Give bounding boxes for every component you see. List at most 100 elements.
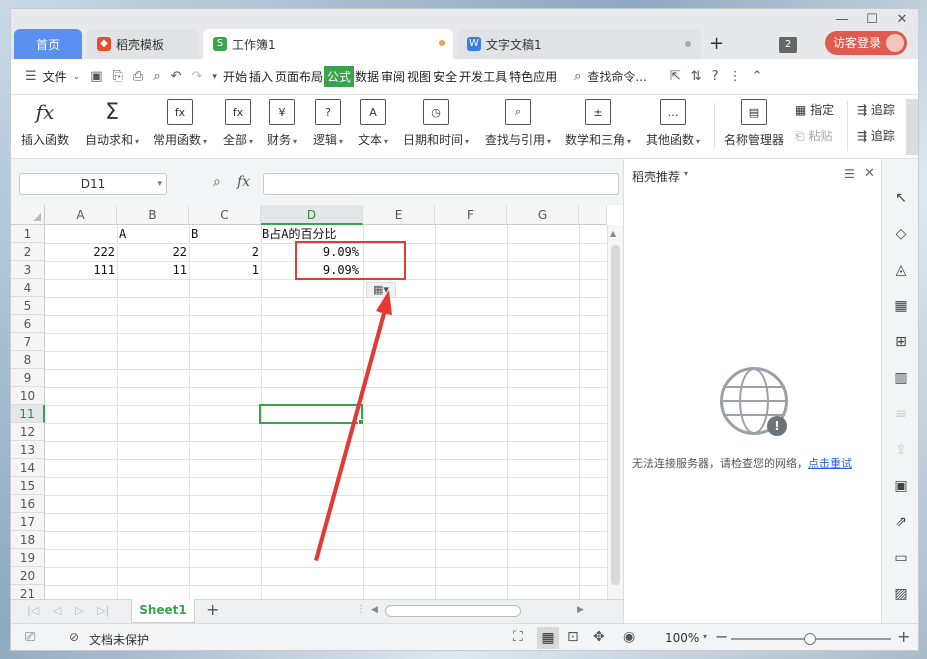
chart-icon[interactable]: ▥ xyxy=(892,369,910,387)
menu-developer[interactable]: 开发工具 xyxy=(458,68,508,85)
share-export-icon[interactable]: ⇪ xyxy=(892,441,910,459)
zoom-lookup-icon[interactable]: ⌕ xyxy=(213,174,221,190)
vertical-scroll-thumb[interactable] xyxy=(611,245,620,585)
chevron-down-icon[interactable]: ⌄ xyxy=(73,72,81,82)
trace-precedents-button[interactable]: ⇶ 追踪 xyxy=(857,101,895,118)
autosum-button[interactable]: Σ 自动求和 ▾ xyxy=(85,99,139,148)
zoom-slider-thumb[interactable] xyxy=(804,633,816,645)
scroll-left-icon[interactable]: ◀ xyxy=(371,605,378,615)
menu-formulas[interactable]: 公式 xyxy=(324,66,355,87)
maximize-icon[interactable]: ☐ xyxy=(861,12,883,27)
chevron-down-icon[interactable]: ▾ xyxy=(703,632,707,641)
minimize-icon[interactable]: — xyxy=(831,12,853,27)
reading-layout-icon[interactable]: ✥ xyxy=(593,629,605,645)
chevron-down-icon[interactable]: ▾ xyxy=(684,169,688,178)
horizontal-scroll-thumb[interactable] xyxy=(385,605,521,617)
cloud-sync-icon[interactable]: ⇅ xyxy=(691,69,702,84)
add-sheet-button[interactable]: + xyxy=(206,600,219,619)
tab-document[interactable]: W 文字文稿1 xyxy=(457,29,701,59)
formula-input[interactable] xyxy=(263,173,619,195)
trace-dependents-button[interactable]: ⇶ 追踪 xyxy=(857,127,895,144)
logical-button[interactable]: ? 逻辑 ▾ xyxy=(313,99,343,148)
help-icon[interactable]: ? xyxy=(712,69,719,84)
command-search[interactable]: 查找命令... xyxy=(586,68,647,85)
name-manager-button[interactable]: ▤ 名称管理器 xyxy=(724,99,784,148)
table-icon[interactable]: ▦ xyxy=(892,297,910,315)
print-icon[interactable]: ⎙ xyxy=(133,69,143,84)
archive-icon[interactable]: ▭ xyxy=(892,549,910,567)
fullscreen-icon[interactable]: ⛶ xyxy=(513,629,523,645)
chevron-down-icon[interactable]: ▾ xyxy=(157,174,162,194)
print-preview-icon[interactable]: ⌕ xyxy=(153,69,160,84)
menu-insert[interactable]: 插入 xyxy=(248,68,274,85)
eye-protection-icon[interactable]: ◉ xyxy=(623,629,635,645)
math-trig-button[interactable]: ± 数学和三角 ▾ xyxy=(565,99,631,148)
insert-function-button[interactable]: fx 插入函数 xyxy=(21,99,69,148)
ribbon-scroll-right[interactable] xyxy=(906,99,918,155)
export-icon[interactable]: ⎘ xyxy=(113,69,123,84)
page-break-view-icon[interactable]: ⊡ xyxy=(567,629,579,645)
search-icon[interactable]: ⌕ xyxy=(574,69,581,84)
new-tab-button[interactable]: + xyxy=(709,33,724,54)
normal-view-icon[interactable]: ▦ xyxy=(537,627,559,649)
vertical-scrollbar[interactable]: ▲ xyxy=(607,225,623,599)
fx-icon[interactable]: fx xyxy=(237,174,250,190)
tab-workbook[interactable]: S 工作簿1 xyxy=(203,29,453,59)
tab-home[interactable]: 首页 xyxy=(14,29,82,59)
next-sheet-icon[interactable]: ▷ xyxy=(75,604,83,617)
date-time-button[interactable]: ◷ 日期和时间 ▾ xyxy=(403,99,469,148)
menu-review[interactable]: 审阅 xyxy=(380,68,406,85)
tab-template[interactable]: ◆ 稻壳模板 xyxy=(87,29,199,59)
quick-access-more-icon[interactable]: ▾ xyxy=(212,72,217,82)
undo-icon[interactable]: ↶ xyxy=(171,69,182,84)
close-icon[interactable]: ✕ xyxy=(864,166,875,181)
menu-start[interactable]: 开始 xyxy=(222,68,248,85)
scroll-right-icon[interactable]: ▶ xyxy=(577,605,584,615)
document-protection-status[interactable]: 文档未保护 xyxy=(89,631,149,648)
financial-button[interactable]: ¥ 财务 ▾ xyxy=(267,99,297,148)
other-functions-button[interactable]: … 其他函数 ▾ xyxy=(646,99,700,148)
zoom-level[interactable]: 100% xyxy=(665,631,699,645)
panel-menu-icon[interactable]: ☰ xyxy=(844,167,855,181)
name-box[interactable]: D11 ▾ xyxy=(19,173,167,195)
menu-view[interactable]: 视图 xyxy=(406,68,432,85)
login-button[interactable]: 访客登录 xyxy=(825,31,907,55)
style-fill-icon[interactable]: ◬ xyxy=(892,261,910,279)
hamburger-icon[interactable]: ☰ xyxy=(25,69,37,84)
scroll-up-icon[interactable]: ▲ xyxy=(610,229,616,238)
settings-sliders-icon[interactable]: ≡ xyxy=(892,405,910,423)
file-menu[interactable]: 文件 xyxy=(42,68,68,85)
menu-page-layout[interactable]: 页面布局 xyxy=(274,68,324,85)
zoom-out-icon[interactable]: − xyxy=(715,627,728,646)
shapes-icon[interactable]: ◇ xyxy=(892,225,910,243)
text-functions-button[interactable]: A 文本 ▾ xyxy=(358,99,388,148)
image-gallery-icon[interactable]: ▣ xyxy=(892,477,910,495)
cursor-select-icon[interactable]: ↖ xyxy=(892,189,910,207)
last-sheet-icon[interactable]: ▷| xyxy=(97,604,109,617)
lookup-reference-button[interactable]: ⌕ 查找与引用 ▾ xyxy=(485,99,551,148)
menu-data[interactable]: 数据 xyxy=(354,68,380,85)
menu-security[interactable]: 安全 xyxy=(432,68,458,85)
common-functions-button[interactable]: fx 常用函数 ▾ xyxy=(153,99,207,148)
window-count-badge[interactable]: 2 xyxy=(779,37,797,53)
apps-grid-icon[interactable]: ⊞ xyxy=(892,333,910,351)
save-icon[interactable]: ▣ xyxy=(90,69,102,84)
menu-special[interactable]: 特色应用 xyxy=(508,68,558,85)
retry-link[interactable]: 点击重试 xyxy=(808,457,852,470)
prev-sheet-icon[interactable]: ◁ xyxy=(53,604,61,617)
picture-icon[interactable]: ▨ xyxy=(892,585,910,603)
share-icon[interactable]: ⇱ xyxy=(670,69,681,84)
zoom-in-icon[interactable]: + xyxy=(897,627,910,646)
more-icon[interactable]: ⋮ xyxy=(729,69,742,84)
all-functions-button[interactable]: fx 全部 ▾ xyxy=(223,99,253,148)
tab-splitter-icon[interactable]: ⋮ xyxy=(356,604,366,615)
close-icon[interactable]: ✕ xyxy=(891,12,913,27)
define-name-button[interactable]: ▦ 指定 xyxy=(795,101,834,118)
paste-name-button[interactable]: ⎗ 粘贴 xyxy=(795,127,832,144)
macro-record-icon[interactable]: ⎚ xyxy=(25,630,35,645)
collapse-ribbon-icon[interactable]: ⌃ xyxy=(752,69,763,84)
redo-icon[interactable]: ↷ xyxy=(192,69,203,84)
export-arrow-icon[interactable]: ⇗ xyxy=(892,513,910,531)
first-sheet-icon[interactable]: |◁ xyxy=(27,604,39,617)
sheet-tab-sheet1[interactable]: Sheet1 xyxy=(131,599,195,623)
